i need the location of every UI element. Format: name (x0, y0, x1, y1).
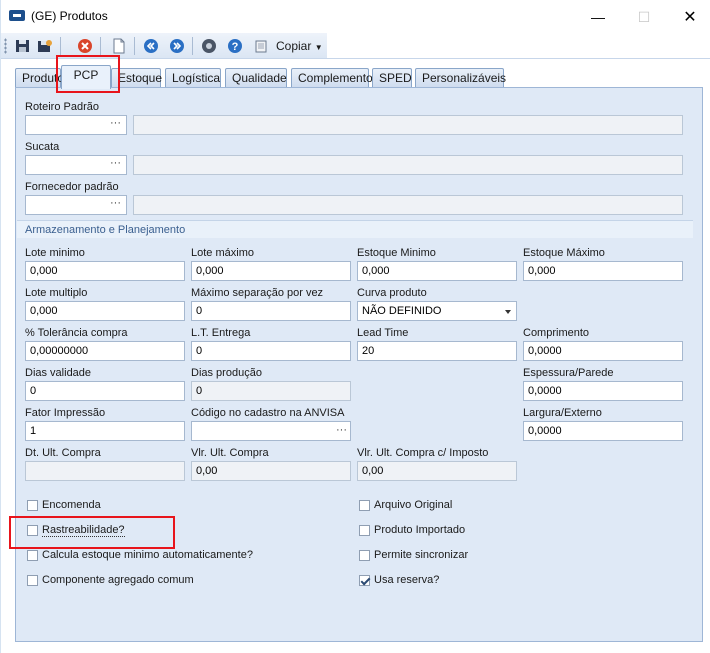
comprimento-input[interactable]: 0,0000 (523, 341, 683, 361)
permite-sincronizar-label[interactable]: Permite sincronizar (374, 549, 468, 561)
save-close-icon[interactable] (35, 36, 55, 56)
fornecedor-description (133, 195, 683, 215)
lt-entrega-label: L.T. Entrega (191, 327, 251, 339)
roteiro-description (133, 115, 683, 135)
tab-pcp[interactable]: PCP (61, 65, 111, 89)
fornecedor-label: Fornecedor padrão (25, 181, 119, 193)
vlr-ult-compra-imposto-label: Vlr. Ult. Compra c/ Imposto (357, 447, 489, 459)
dias-producao-label: Dias produção (191, 367, 262, 379)
tab-complemento[interactable]: Complemento (291, 68, 373, 87)
previous-record-icon[interactable] (141, 36, 161, 56)
save-icon[interactable] (13, 36, 33, 56)
dias-validade-label: Dias validade (25, 367, 92, 379)
toolbar-separator (134, 37, 135, 55)
estoque-minimo-input[interactable]: 0,000 (357, 261, 517, 281)
vlr-ult-compra-label: Vlr. Ult. Compra (191, 447, 269, 459)
vlr-ult-compra-imposto-input: 0,00 (357, 461, 517, 481)
lote-minimo-label: Lote minimo (25, 247, 85, 259)
largura-input[interactable]: 0,0000 (523, 421, 683, 441)
usa-reserva-checkbox[interactable] (359, 575, 370, 586)
title-bar: (GE) Produtos — ☐ ✕ (1, 0, 710, 33)
close-button[interactable]: ✕ (667, 4, 710, 30)
arquivo-original-checkbox[interactable] (359, 500, 370, 511)
produtos-window: (GE) Produtos — ☐ ✕ ? Copiar ▼ Produto P… (0, 0, 710, 653)
codigo-anvisa-lookup-button[interactable]: ··· (336, 424, 347, 436)
componente-agregado-checkbox[interactable] (27, 575, 38, 586)
tab-logistica[interactable]: Logística (165, 68, 221, 87)
produto-importado-checkbox[interactable] (359, 525, 370, 536)
lote-maximo-input[interactable]: 0,000 (191, 261, 351, 281)
toolbar-separator (192, 37, 193, 55)
vlr-ult-compra-input: 0,00 (191, 461, 351, 481)
chevron-down-icon (505, 310, 511, 314)
toolbar-empty-area (327, 33, 710, 58)
encomenda-label[interactable]: Encomenda (42, 499, 101, 511)
estoque-minimo-label: Estoque Minimo (357, 247, 436, 259)
cancel-icon[interactable] (75, 36, 95, 56)
sucata-label: Sucata (25, 141, 60, 153)
estoque-maximo-label: Estoque Máximo (523, 247, 605, 259)
copy-label: Copiar (276, 39, 312, 53)
app-icon (9, 10, 25, 21)
maximize-button[interactable]: ☐ (621, 4, 667, 30)
chevron-down-icon: ▼ (314, 43, 323, 52)
svg-text:?: ? (232, 41, 239, 53)
largura-label: Largura/Externo (523, 407, 602, 419)
encomenda-checkbox[interactable] (27, 500, 38, 511)
minimize-button[interactable]: — (575, 4, 621, 30)
componente-agregado-label[interactable]: Componente agregado comum (42, 574, 194, 586)
lote-multiplo-input[interactable]: 0,000 (25, 301, 185, 321)
curva-produto-select[interactable]: NÃO DEFINIDO (357, 301, 517, 321)
lead-time-label: Lead Time (357, 327, 409, 339)
toolbar-separator (60, 37, 61, 55)
tab-sped[interactable]: SPED (372, 68, 412, 87)
toolbar-separator (100, 37, 101, 55)
next-record-icon[interactable] (167, 36, 187, 56)
tab-personalizaveis[interactable]: Personalizáveis (415, 68, 506, 87)
codigo-anvisa-label: Código no cadastro na ANVISA (191, 407, 345, 419)
produto-importado-label[interactable]: Produto Importado (374, 524, 465, 536)
roteiro-label: Roteiro Padrão (25, 101, 99, 113)
calcula-estoque-checkbox[interactable] (27, 550, 38, 561)
copy-icon[interactable] (252, 36, 272, 56)
dt-ult-compra-label: Dt. Ult. Compra (25, 447, 101, 459)
toolbar-grip (4, 38, 7, 54)
fator-impressao-input[interactable]: 1 (25, 421, 185, 441)
calcula-estoque-label[interactable]: Calcula estoque minimo automaticamente? (42, 549, 253, 561)
curva-produto-label: Curva produto (357, 287, 427, 299)
espessura-label: Espessura/Parede (523, 367, 614, 379)
tab-qualidade[interactable]: Qualidade (225, 68, 287, 87)
window-title: (GE) Produtos (31, 9, 108, 23)
usa-reserva-label[interactable]: Usa reserva? (374, 574, 439, 586)
comprimento-label: Comprimento (523, 327, 590, 339)
dias-producao-input: 0 (191, 381, 351, 401)
section-header-armazenamento: Armazenamento e Planejamento (17, 220, 693, 238)
arquivo-original-label[interactable]: Arquivo Original (374, 499, 452, 511)
lote-minimo-input[interactable]: 0,000 (25, 261, 185, 281)
lote-maximo-label: Lote máximo (191, 247, 254, 259)
new-document-icon[interactable] (109, 36, 129, 56)
tolerancia-compra-input[interactable]: 0,00000000 (25, 341, 185, 361)
fator-impressao-label: Fator Impressão (25, 407, 106, 419)
rastreabilidade-highlight (9, 516, 175, 549)
estoque-maximo-input[interactable]: 0,000 (523, 261, 683, 281)
permite-sincronizar-checkbox[interactable] (359, 550, 370, 561)
codigo-anvisa-input[interactable]: ··· (191, 421, 351, 441)
copy-button[interactable]: Copiar ▼ (276, 39, 323, 53)
tolerancia-compra-label: % Tolerância compra (25, 327, 128, 339)
help-icon[interactable]: ? (225, 36, 245, 56)
lote-multiplo-label: Lote multiplo (25, 287, 88, 299)
curva-produto-value: NÃO DEFINIDO (362, 305, 442, 317)
espessura-input[interactable]: 0,0000 (523, 381, 683, 401)
tab-produto[interactable]: Produto (15, 68, 64, 87)
max-separacao-input[interactable]: 0 (191, 301, 351, 321)
dt-ult-compra-input (25, 461, 185, 481)
max-separacao-label: Máximo separação por vez (191, 287, 324, 299)
sucata-description (133, 155, 683, 175)
tools-icon[interactable] (199, 36, 219, 56)
lt-entrega-input[interactable]: 0 (191, 341, 351, 361)
dias-validade-input[interactable]: 0 (25, 381, 185, 401)
lead-time-input[interactable]: 20 (357, 341, 517, 361)
